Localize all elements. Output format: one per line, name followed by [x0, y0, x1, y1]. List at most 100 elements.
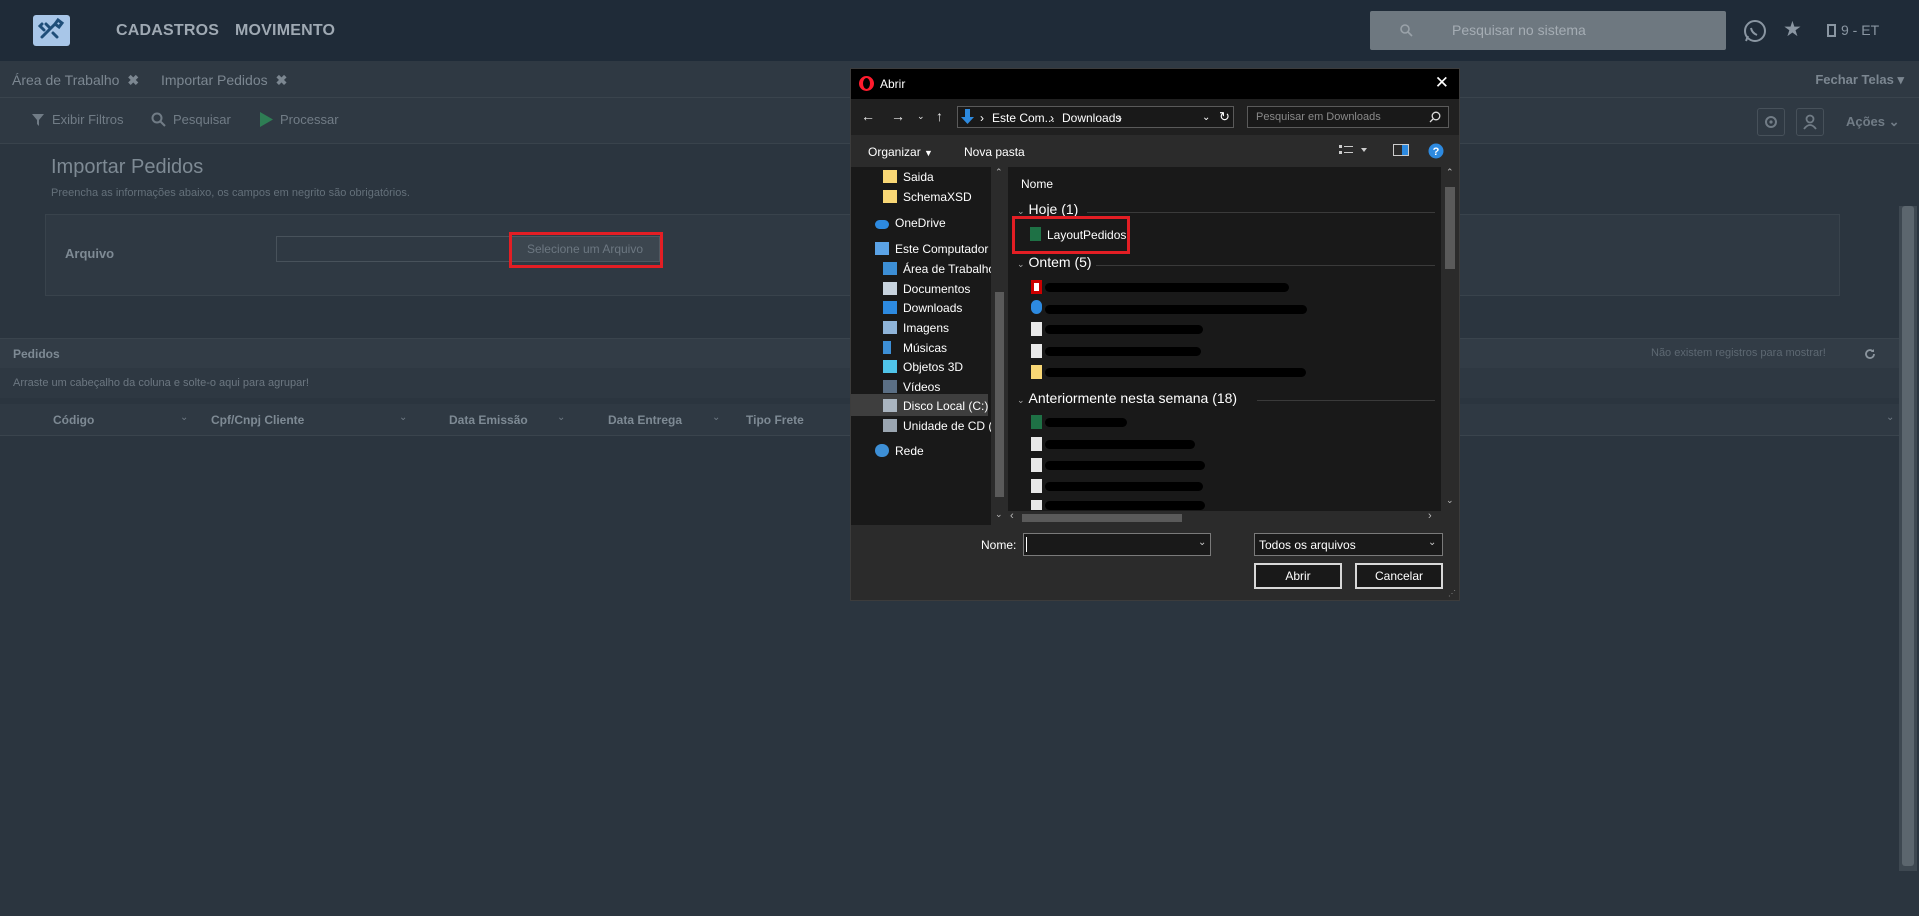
whatsapp-icon[interactable] — [1743, 19, 1767, 43]
group-anteriormente[interactable]: ⌄ Anteriormente nesta semana (18) — [1017, 390, 1237, 406]
menu-movimento[interactable]: MOVIMENTO — [235, 22, 335, 40]
group-ontem[interactable]: ⌄ Ontem (5) — [1017, 254, 1092, 270]
open-button[interactable]: Abrir — [1254, 563, 1342, 589]
divider — [1257, 400, 1435, 401]
chevron-down-icon[interactable]: ⌄ — [1198, 537, 1206, 548]
nav-item-downloads[interactable]: Downloads — [883, 301, 962, 315]
processar-button[interactable]: Processar — [259, 112, 339, 127]
nav-item-musicas[interactable]: Músicas — [883, 341, 947, 355]
nav-scrollbar-thumb[interactable] — [995, 292, 1004, 497]
filename-input[interactable]: ⌄ — [1023, 533, 1211, 556]
nav-item-disco-local[interactable]: Disco Local (C:) — [883, 399, 988, 413]
close-icon[interactable]: ✖ — [127, 72, 139, 88]
nav-item-unidade-de-cd[interactable]: Unidade de CD ( — [883, 419, 992, 433]
resize-grip-icon[interactable]: ⋰ — [1448, 589, 1456, 598]
favorites-star-icon[interactable]: ★ — [1783, 17, 1802, 42]
file-icon[interactable] — [1031, 458, 1042, 472]
file-icon[interactable] — [1031, 500, 1042, 510]
system-search-input[interactable]: Pesquisar no sistema — [1370, 11, 1726, 50]
file-scrollbar-thumb[interactable] — [1445, 187, 1455, 269]
nav-item-saida[interactable]: Saida — [883, 170, 934, 184]
breadcrumb-este-computador[interactable]: Este Com... — [992, 111, 1055, 125]
file-list-hscrollbar[interactable]: ‹ › — [1008, 510, 1459, 525]
company-selector[interactable]: 9 - ET — [1827, 22, 1879, 38]
scroll-left-icon[interactable]: ‹ — [1010, 510, 1014, 522]
ie-file-icon[interactable] — [1031, 300, 1042, 314]
chevron-down-icon[interactable]: ⌄ — [712, 412, 720, 423]
pdf-file-icon[interactable] — [1031, 280, 1042, 294]
nav-item-objetos-3d[interactable]: Objetos 3D — [883, 360, 963, 374]
chevron-down-icon[interactable]: ⌄ — [180, 412, 188, 423]
hscrollbar-thumb[interactable] — [1022, 514, 1182, 522]
recent-dropdown-icon[interactable]: ⌄ — [917, 111, 925, 122]
chevron-down-icon[interactable]: ⌄ — [399, 412, 407, 423]
fechar-telas-button[interactable]: Fechar Telas ▾ — [1815, 72, 1904, 88]
forward-arrow-icon[interactable]: → — [891, 108, 905, 124]
pesquisar-button[interactable]: Pesquisar — [151, 112, 231, 127]
page-title: Importar Pedidos — [51, 156, 204, 178]
up-arrow-icon[interactable]: ↑ — [936, 108, 943, 124]
tab-importar-pedidos[interactable]: Importar Pedidos ✖ — [161, 72, 287, 89]
col-codigo[interactable]: Código — [53, 413, 94, 427]
column-nome[interactable]: Nome — [1021, 177, 1053, 191]
dialog-titlebar[interactable]: Abrir ✕ — [851, 69, 1459, 99]
chevron-down-icon[interactable]: ⌄ — [1886, 412, 1894, 423]
nav-item-area-de-trabalho[interactable]: Área de Trabalho — [883, 262, 995, 276]
nova-pasta-button[interactable]: Nova pasta — [964, 145, 1025, 159]
file-icon[interactable] — [1031, 479, 1042, 493]
scroll-down-icon[interactable]: ⌄ — [995, 509, 1003, 520]
scroll-right-icon[interactable]: › — [1428, 510, 1432, 522]
scroll-up-icon[interactable]: ⌃ — [995, 167, 1003, 178]
scroll-up-icon[interactable]: ⌃ — [1446, 167, 1454, 178]
tab-area-de-trabalho[interactable]: Área de Trabalho ✖ — [12, 72, 139, 89]
nav-label: OneDrive — [895, 216, 946, 230]
group-hoje[interactable]: ⌄ Hoje (1) — [1017, 201, 1078, 217]
col-data-entrega[interactable]: Data Entrega — [608, 413, 682, 427]
help-icon[interactable]: ? — [1428, 143, 1444, 162]
file-list-scrollbar[interactable]: ⌃ ⌄ — [1441, 167, 1459, 511]
back-arrow-icon[interactable]: ← — [861, 108, 875, 124]
breadcrumb-separator: › — [1050, 111, 1054, 125]
nav-item-rede[interactable]: Rede — [875, 444, 924, 458]
page-scrollbar[interactable] — [1899, 206, 1917, 871]
nav-item-videos[interactable]: Vídeos — [883, 380, 940, 394]
file-icon[interactable] — [1031, 322, 1042, 336]
refresh-icon[interactable]: ↻ — [1219, 109, 1230, 125]
settings-button[interactable] — [1757, 108, 1785, 136]
nav-scrollbar[interactable]: ⌃ ⌄ — [991, 167, 1008, 525]
chevron-down-icon[interactable]: ⌄ — [557, 412, 565, 423]
arquivo-input[interactable] — [276, 236, 511, 262]
organizar-button[interactable]: Organizar ▼ — [868, 145, 933, 159]
nav-item-onedrive[interactable]: OneDrive — [875, 216, 946, 230]
nav-item-documentos[interactable]: Documentos — [883, 282, 970, 296]
col-cpf-cnpj-cliente[interactable]: Cpf/Cnpj Cliente — [211, 413, 304, 427]
nav-item-schemaxsd[interactable]: SchemaXSD — [883, 190, 972, 204]
nome-label: Nome: — [981, 538, 1017, 552]
nav-item-este-computador[interactable]: Este Computador — [875, 242, 988, 256]
chevron-down-icon[interactable]: ⌄ — [1202, 112, 1210, 123]
refresh-icon[interactable] — [1864, 348, 1876, 360]
file-icon[interactable] — [1031, 344, 1042, 358]
excel-file-icon[interactable] — [1031, 415, 1042, 429]
menu-cadastros[interactable]: CADASTROS — [116, 22, 219, 40]
col-tipo-frete[interactable]: Tipo Frete — [746, 413, 804, 427]
scroll-down-icon[interactable]: ⌄ — [1446, 495, 1454, 506]
address-bar[interactable]: › Este Com... › Downloads › ⌄ ↻ — [957, 106, 1234, 128]
dialog-search-input[interactable]: Pesquisar em Downloads — [1247, 106, 1449, 128]
scrollbar-thumb[interactable] — [1902, 206, 1914, 866]
nav-item-imagens[interactable]: Imagens — [883, 321, 949, 335]
preview-pane-icon[interactable] — [1393, 144, 1409, 159]
folder-icon[interactable] — [1031, 365, 1042, 379]
user-button[interactable] — [1796, 108, 1824, 136]
file-type-select[interactable]: Todos os arquivos ⌄ — [1254, 533, 1443, 556]
exibir-filtros-button[interactable]: Exibir Filtros — [31, 112, 124, 127]
view-options-icon[interactable] — [1339, 143, 1369, 160]
close-icon[interactable]: ✕ — [1435, 73, 1449, 93]
col-data-emissao[interactable]: Data Emissão — [449, 413, 528, 427]
close-icon[interactable]: ✖ — [276, 72, 288, 88]
app-logo[interactable] — [33, 15, 70, 46]
cancel-button[interactable]: Cancelar — [1355, 563, 1443, 589]
file-icon[interactable] — [1031, 437, 1042, 451]
breadcrumb-downloads[interactable]: Downloads — [1062, 111, 1121, 125]
acoes-menu[interactable]: Ações ⌄ — [1846, 114, 1900, 130]
